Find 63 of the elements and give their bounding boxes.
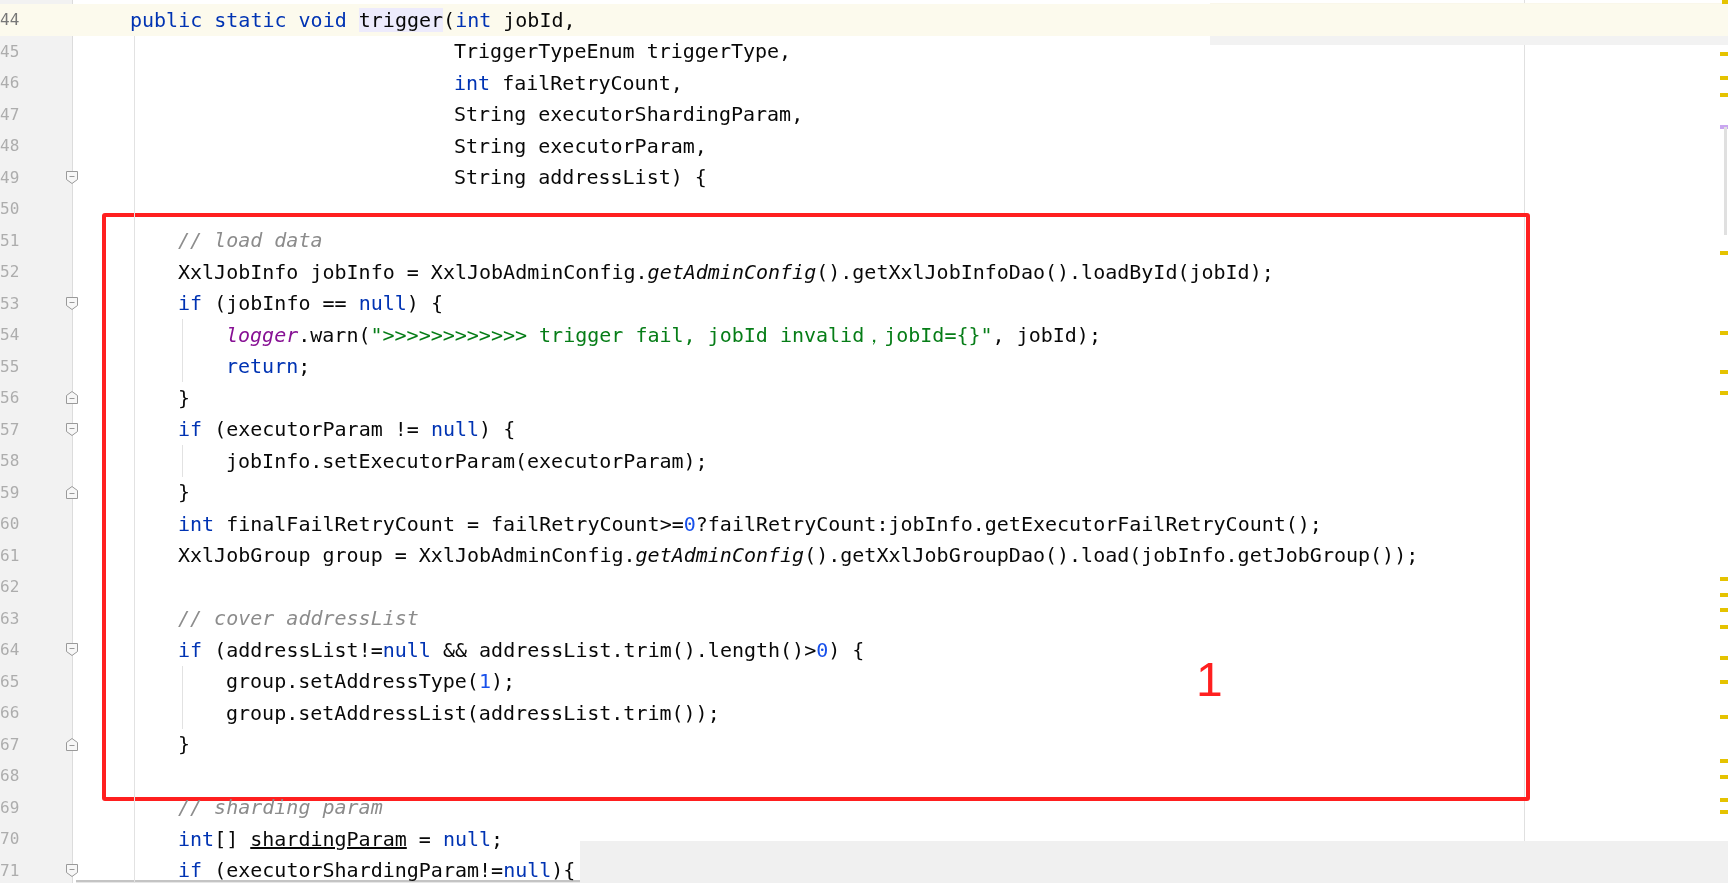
fold-icon[interactable] [65,169,79,185]
code-line: } [178,735,191,754]
line-number: 46 [0,73,21,93]
line-number: 62 [0,577,21,597]
line-number: 60 [0,514,21,534]
horizontal-scrollbar[interactable] [76,880,580,883]
line-number: 45 [0,41,21,61]
fold-icon[interactable] [65,295,79,311]
line-number: 61 [0,545,21,565]
fold-icon[interactable] [65,484,79,500]
code-line: public static void trigger(int jobId, [130,10,576,29]
code-line: if (executorShardingParam!=null){ [178,861,576,880]
code-line: int finalFailRetryCount = failRetryCount>=0?failRetryCount:jobInfo.getExecutorFailRetryCount(); [178,514,1322,533]
code-line: String addressList) { [454,168,707,187]
code-line: // sharding param [178,798,383,817]
line-number: 67 [0,734,21,754]
code-line: if (addressList!=null && addressList.trim().length()>0) { [178,640,865,659]
line-number: 70 [0,829,21,849]
line-number: 48 [0,136,21,156]
fold-icon[interactable] [65,390,79,406]
code-line: int[] shardingParam = null; [178,829,504,848]
code-line: } [178,388,191,407]
line-number: 50 [0,199,21,219]
line-number: 71 [0,860,21,880]
code-line: logger.warn(">>>>>>>>>>>> trigger fail, jobId invalid，jobId={}", jobId); [226,325,1101,344]
line-number: 63 [0,608,21,628]
code-line: jobInfo.setExecutorParam(executorParam); [226,451,708,470]
code-line: String executorParam, [454,136,707,155]
fold-icon[interactable] [65,862,79,878]
fold-icon[interactable] [65,736,79,752]
code-line: XxlJobInfo jobInfo = XxlJobAdminConfig.getAdminConfig().getXxlJobInfoDao().loadById(jobId); [178,262,1274,281]
code-line: // cover addressList [178,609,419,628]
line-number: 54 [0,325,21,345]
code-line: TriggerTypeEnum triggerType, [454,42,792,61]
line-number: 65 [0,671,21,691]
line-number: 66 [0,703,21,723]
code-line: // load data [178,231,323,250]
line-number: 49 [0,167,21,187]
line-number: 52 [0,262,21,282]
code-line: XxlJobGroup group = XxlJobAdminConfig.getAdminConfig().getXxlJobGroupDao().load(jobInfo.getJobGroup()); [178,546,1419,565]
line-number: 51 [0,230,21,250]
line-number: 68 [0,766,21,786]
code-line: if (executorParam != null) { [178,420,516,439]
line-number: 59 [0,482,21,502]
line-number: 47 [0,104,21,124]
line-number: 56 [0,388,21,408]
code-line: } [178,483,191,502]
line-number: 64 [0,640,21,660]
line-number: 58 [0,451,21,471]
annotation-label: 1 [1196,656,1223,704]
code-line: String executorShardingParam, [454,105,804,124]
line-number: 53 [0,293,21,313]
code-line: group.setAddressType(1); [226,672,515,691]
code-line: group.setAddressList(addressList.trim()); [226,703,720,722]
line-number: 69 [0,797,21,817]
code-line: int failRetryCount, [454,73,683,92]
line-number: 44 [0,10,21,30]
line-number: 57 [0,419,21,439]
line-number: 55 [0,356,21,376]
fold-icon[interactable] [65,642,79,658]
code-line: return; [226,357,311,376]
fold-icon[interactable] [65,421,79,437]
code-line: if (jobInfo == null) { [178,294,443,313]
